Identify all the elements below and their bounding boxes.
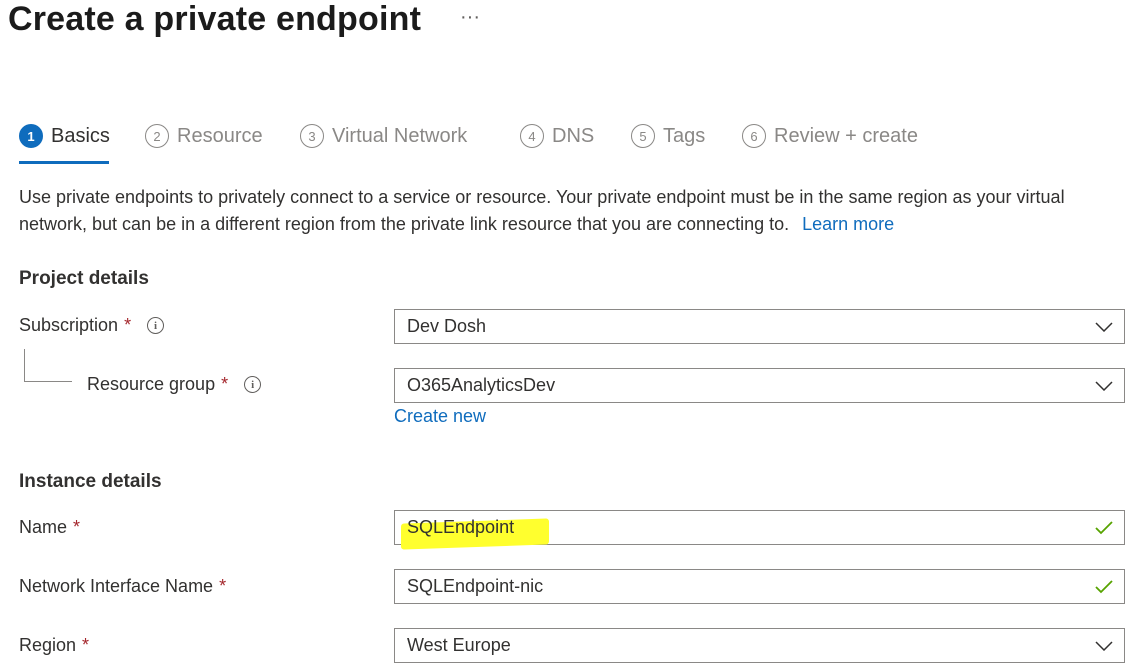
- tab-label: DNS: [552, 124, 595, 147]
- tab-label: Review + create: [774, 124, 918, 147]
- subscription-value: Dev Dosh: [407, 316, 487, 336]
- name-label-text: Name: [19, 517, 68, 537]
- step-number-badge: 3: [300, 124, 324, 148]
- tree-connector-horizontal: [24, 381, 72, 382]
- step-number-badge: 2: [145, 124, 169, 148]
- required-asterisk: *: [124, 315, 132, 335]
- resource-group-label: Resource group * i: [87, 374, 262, 395]
- description-text: Use private endpoints to privately conne…: [19, 187, 1065, 234]
- network-interface-name-value: SQLEndpoint-nic: [407, 576, 544, 596]
- tab-label: Tags: [663, 124, 706, 147]
- check-icon: [1084, 520, 1124, 535]
- resource-group-label-text: Resource group: [87, 374, 216, 394]
- more-options-button[interactable]: ···: [460, 6, 480, 29]
- tab-label: Resource: [177, 124, 263, 147]
- tab-label: Virtual Network: [332, 124, 468, 147]
- info-icon[interactable]: i: [147, 317, 165, 334]
- subscription-label: Subscription * i: [19, 315, 165, 336]
- create-new-link[interactable]: Create new: [394, 406, 486, 427]
- tree-connector-vertical: [24, 349, 25, 381]
- tab-dns[interactable]: 4 DNS: [520, 124, 594, 148]
- page-title: Create a private endpoint: [8, 0, 422, 38]
- required-asterisk: *: [221, 374, 229, 394]
- active-tab-indicator: [19, 161, 109, 164]
- tab-basics[interactable]: 1 Basics: [19, 124, 110, 148]
- tab-label: Basics: [51, 124, 110, 147]
- tab-virtual-network[interactable]: 3 Virtual Network: [300, 124, 467, 148]
- step-number-badge: 5: [631, 124, 655, 148]
- tab-resource[interactable]: 2 Resource: [145, 124, 263, 148]
- tab-tags[interactable]: 5 Tags: [631, 124, 705, 148]
- name-label: Name *: [19, 517, 80, 538]
- info-icon[interactable]: i: [244, 376, 262, 393]
- network-interface-name-label: Network Interface Name *: [19, 576, 226, 597]
- required-asterisk: *: [82, 635, 90, 655]
- required-asterisk: *: [219, 576, 227, 596]
- name-input[interactable]: SQLEndpoint: [394, 510, 1125, 550]
- resource-group-value: O365AnalyticsDev: [407, 375, 556, 395]
- region-label: Region *: [19, 635, 89, 656]
- region-value: West Europe: [407, 635, 511, 655]
- project-details-heading: Project details: [19, 268, 149, 289]
- network-interface-name-label-text: Network Interface Name: [19, 576, 214, 596]
- learn-more-link[interactable]: Learn more: [802, 214, 894, 234]
- instance-details-heading: Instance details: [19, 471, 162, 492]
- tab-review-create[interactable]: 6 Review + create: [742, 124, 918, 148]
- step-number-badge: 4: [520, 124, 544, 148]
- subscription-label-text: Subscription: [19, 315, 119, 335]
- name-value: SQLEndpoint: [401, 517, 1084, 550]
- step-number-badge: 6: [742, 124, 766, 148]
- network-interface-name-input[interactable]: SQLEndpoint-nic: [394, 569, 1125, 604]
- name-value-text: SQLEndpoint: [407, 517, 515, 537]
- chevron-down-icon: [1084, 380, 1124, 391]
- chevron-down-icon: [1084, 640, 1124, 651]
- required-asterisk: *: [73, 517, 81, 537]
- description: Use private endpoints to privately conne…: [19, 184, 1114, 238]
- subscription-dropdown[interactable]: Dev Dosh: [394, 309, 1125, 344]
- resource-group-dropdown[interactable]: O365AnalyticsDev: [394, 368, 1125, 403]
- step-number-badge: 1: [19, 124, 43, 148]
- region-dropdown[interactable]: West Europe: [394, 628, 1125, 663]
- check-icon: [1084, 579, 1124, 594]
- region-label-text: Region: [19, 635, 77, 655]
- chevron-down-icon: [1084, 321, 1124, 332]
